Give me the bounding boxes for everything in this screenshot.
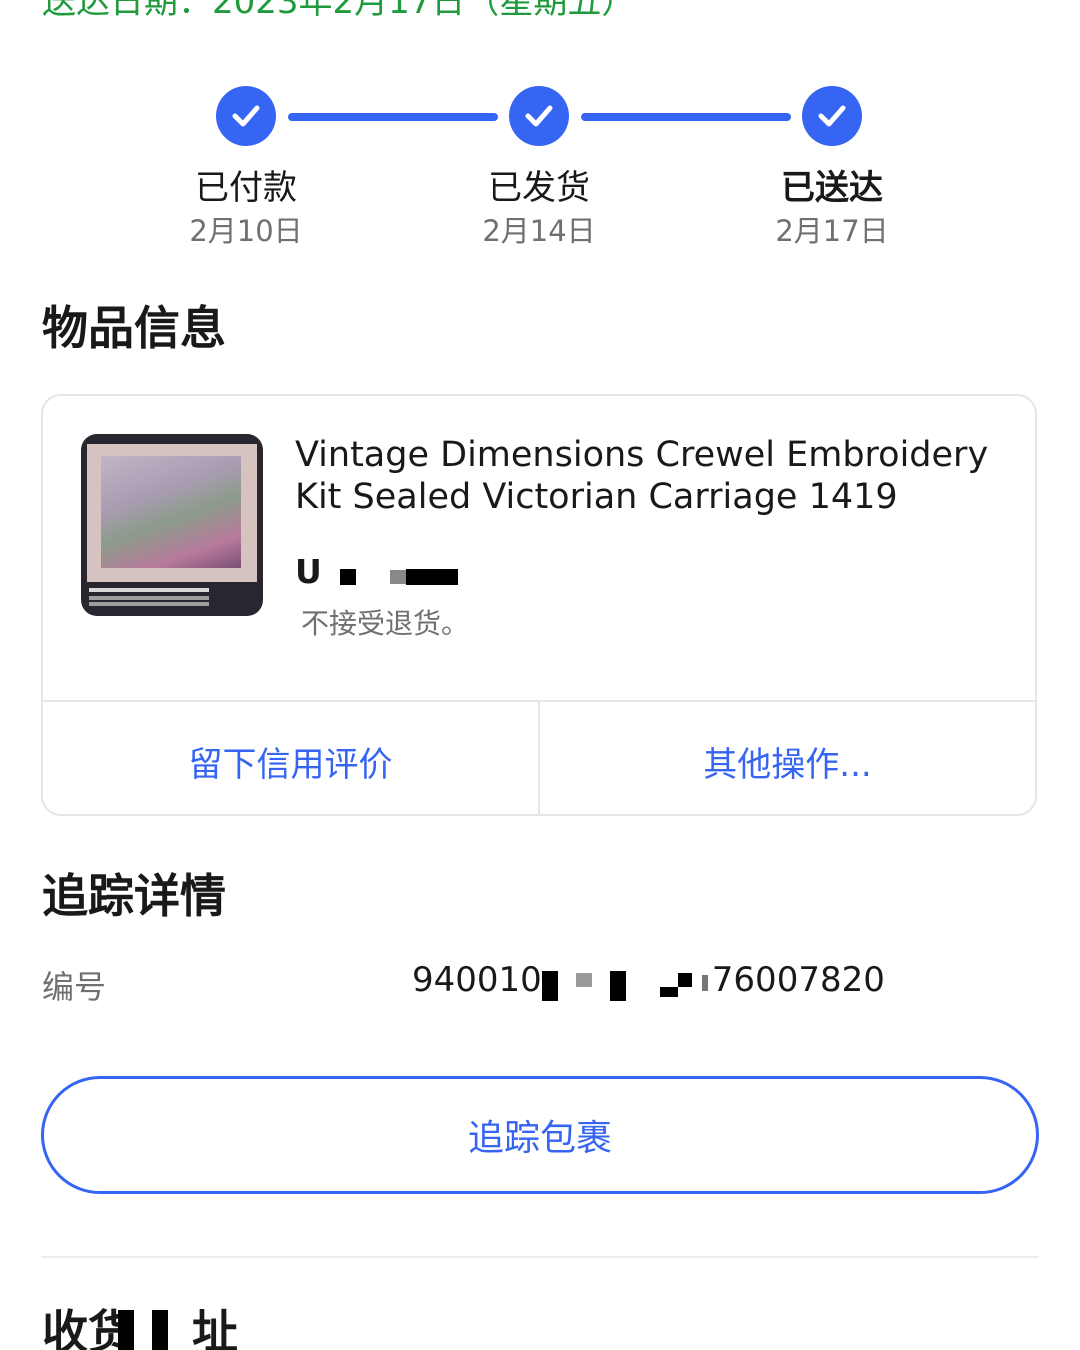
item-thumbnail[interactable] <box>81 434 263 616</box>
redaction-mark <box>118 1310 134 1350</box>
step-date: 2月14日 <box>482 214 596 248</box>
tracking-number-label: 编号 <box>42 968 107 1006</box>
seller-name: U <box>295 552 458 591</box>
tracking-heading: 追踪详情 <box>42 869 226 923</box>
tracking-number-suffix: 76007820 <box>711 960 885 1000</box>
order-progress-tracker: 已付款 2月10日 已发货 2月14日 已送达 2月17日 <box>0 0 1080 260</box>
track-package-button[interactable]: 追踪包裹 <box>41 1076 1039 1194</box>
return-policy: 不接受退货。 <box>301 607 470 640</box>
leave-feedback-button[interactable]: 留下信用评价 <box>43 702 538 814</box>
item-card: Vintage Dimensions Crewel Embroidery Kit… <box>41 394 1037 816</box>
item-actions: 留下信用评价 其他操作... <box>43 700 1035 814</box>
more-actions-button[interactable]: 其他操作... <box>538 702 1035 814</box>
tracking-number-prefix: 940010 <box>412 960 542 1000</box>
thumbnail-artwork <box>101 456 241 568</box>
step-paid: 已付款 2月10日 <box>146 86 346 250</box>
step-date: 2月10日 <box>189 214 303 248</box>
section-divider <box>41 1256 1039 1258</box>
shipping-address-heading: 收货址 <box>42 1296 238 1350</box>
step-label: 已发货 <box>488 168 590 208</box>
redaction-mark <box>405 568 458 585</box>
step-label: 已送达 <box>781 168 883 208</box>
redaction-mark <box>339 568 356 585</box>
check-icon <box>509 86 569 146</box>
redaction-mark <box>389 569 406 584</box>
step-delivered: 已送达 2月17日 <box>732 86 932 250</box>
check-icon <box>802 86 862 146</box>
tracking-number: 940010 76007820 <box>412 960 885 1001</box>
seller-name-visible: U <box>295 552 322 591</box>
step-shipped: 已发货 2月14日 <box>439 86 639 250</box>
check-icon <box>216 86 276 146</box>
order-details-page: 送达日期：2023年2月17日（星期五） 已付款 2月10日 已发货 2月14日… <box>0 0 1080 1350</box>
step-date: 2月17日 <box>775 214 889 248</box>
redaction-mark <box>152 1310 168 1350</box>
tracking-number-redaction <box>541 967 712 1001</box>
step-label: 已付款 <box>195 168 297 208</box>
thumbnail-caption <box>89 588 209 592</box>
item-title[interactable]: Vintage Dimensions Crewel Embroidery Kit… <box>295 434 995 518</box>
item-info-heading: 物品信息 <box>42 301 226 355</box>
address-heading-end: 址 <box>192 1305 238 1350</box>
